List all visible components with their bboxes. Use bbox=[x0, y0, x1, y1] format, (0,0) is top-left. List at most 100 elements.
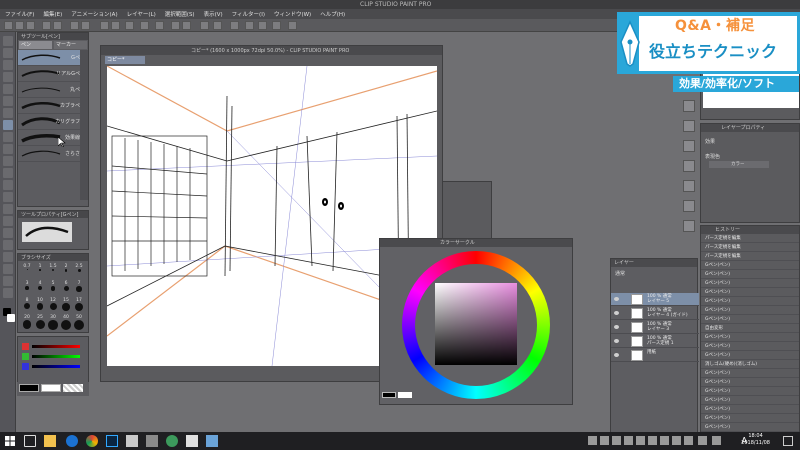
layer-row[interactable]: 100 % 通常 パース定規 1 bbox=[611, 335, 699, 348]
brush-item[interactable]: Gペン bbox=[18, 50, 88, 66]
blend-mode[interactable]: 通常 bbox=[615, 270, 625, 277]
redo-icon[interactable] bbox=[53, 21, 62, 30]
menu-layer[interactable]: レイヤー(L) bbox=[127, 10, 156, 18]
history-item[interactable]: Gペン(ペン) bbox=[701, 369, 799, 378]
brush-size-option[interactable]: 3 bbox=[21, 281, 33, 294]
brush-size-option[interactable]: 12 bbox=[47, 298, 59, 311]
lock-icon[interactable] bbox=[258, 21, 267, 30]
save-icon[interactable] bbox=[26, 21, 35, 30]
saturation-value-square[interactable] bbox=[435, 283, 517, 365]
layer-row[interactable]: 100 % 通常 レイヤー 3 bbox=[611, 321, 699, 334]
history-item[interactable]: 自由変形 bbox=[701, 324, 799, 333]
menu-animation[interactable]: アニメーション(A) bbox=[71, 10, 117, 18]
clipstudio-icon[interactable] bbox=[288, 21, 297, 30]
history-item[interactable]: Gペン(ペン) bbox=[701, 261, 799, 270]
search-icon[interactable] bbox=[683, 180, 695, 192]
eye-icon[interactable] bbox=[614, 353, 619, 357]
brush-size-option[interactable]: 7 bbox=[73, 281, 85, 294]
history-item[interactable]: 消しゴム(硬め)(消しゴム) bbox=[701, 360, 799, 369]
display-color-select[interactable]: カラー bbox=[709, 161, 769, 168]
pencil-tool-icon[interactable] bbox=[3, 132, 13, 142]
view-icon[interactable] bbox=[200, 21, 209, 30]
brush-size-option[interactable]: 4 bbox=[34, 281, 46, 294]
tab-marker[interactable]: マーカー bbox=[54, 41, 87, 49]
menu-selection[interactable]: 選択範囲(S) bbox=[165, 10, 195, 18]
brush-item[interactable]: カリグラフィ bbox=[18, 114, 88, 130]
history-item[interactable]: パース定規を編集 bbox=[701, 234, 799, 243]
history-item[interactable]: Gペン(ペン) bbox=[701, 306, 799, 315]
brush-size-option[interactable]: 8 bbox=[21, 298, 33, 311]
fill-icon[interactable] bbox=[171, 21, 180, 30]
history-item[interactable]: Gペン(ペン) bbox=[701, 414, 799, 423]
menu-view[interactable]: 表示(V) bbox=[204, 10, 223, 18]
figure-icon[interactable] bbox=[3, 228, 13, 238]
tray-icon[interactable] bbox=[624, 436, 633, 445]
selection-tool-icon[interactable] bbox=[3, 84, 13, 94]
app-icon[interactable] bbox=[126, 435, 138, 447]
photos-icon[interactable] bbox=[206, 435, 218, 447]
history-item[interactable]: Gペン(ペン) bbox=[701, 279, 799, 288]
tray-icon[interactable] bbox=[684, 436, 693, 445]
frame-icon[interactable] bbox=[3, 240, 13, 250]
eyedropper-icon[interactable] bbox=[3, 108, 13, 118]
lasso-icon[interactable] bbox=[3, 96, 13, 106]
history-item[interactable]: Gペン(ペン) bbox=[701, 315, 799, 324]
green-slider[interactable] bbox=[32, 355, 80, 358]
crop-icon[interactable] bbox=[111, 21, 120, 30]
tab-pen[interactable]: ペン bbox=[19, 41, 52, 49]
menu-file[interactable]: ファイル(F) bbox=[5, 10, 34, 18]
undo-icon[interactable] bbox=[42, 21, 51, 30]
brush-size-option[interactable]: 30 bbox=[47, 315, 59, 330]
ruler-tool-icon[interactable] bbox=[3, 252, 13, 262]
brush-item[interactable]: 効果線用 bbox=[18, 130, 88, 146]
tray-icon[interactable] bbox=[612, 436, 621, 445]
sub-color-chip[interactable] bbox=[41, 384, 61, 392]
operation-tool-icon[interactable] bbox=[3, 60, 13, 70]
menu-filter[interactable]: フィルター(I) bbox=[232, 10, 265, 18]
brush-size-option[interactable]: 40 bbox=[60, 315, 72, 330]
history-item[interactable]: Gペン(ペン) bbox=[701, 351, 799, 360]
settings-icon[interactable] bbox=[272, 21, 281, 30]
blend-tool-icon[interactable] bbox=[3, 192, 13, 202]
line-fix-icon[interactable] bbox=[3, 288, 13, 298]
brush-size-option[interactable]: 10 bbox=[34, 298, 46, 311]
brush-item[interactable]: 丸ペン bbox=[18, 82, 88, 98]
history-item[interactable]: Gペン(ペン) bbox=[701, 342, 799, 351]
layer-move-icon[interactable] bbox=[3, 72, 13, 82]
wheel-main-chip[interactable] bbox=[382, 392, 396, 398]
clock[interactable]: 18:04 2018/11/08 bbox=[741, 433, 770, 447]
menu-window[interactable]: ウィンドウ(W) bbox=[274, 10, 311, 18]
brush-size-option[interactable]: 20 bbox=[21, 315, 33, 329]
grid-icon[interactable] bbox=[155, 21, 164, 30]
layer-row[interactable]: 用紙 bbox=[611, 349, 699, 362]
brush-size-option[interactable]: 15 bbox=[60, 298, 72, 311]
eye-icon[interactable] bbox=[614, 325, 619, 329]
snap-icon[interactable] bbox=[125, 21, 134, 30]
brush-size-option[interactable]: 5 bbox=[47, 281, 59, 294]
history-item[interactable]: パース定規を編集 bbox=[701, 252, 799, 261]
eraser-icon[interactable] bbox=[3, 180, 13, 190]
brush-size-option[interactable]: 17 bbox=[73, 298, 85, 311]
brush-size-option[interactable]: 1 bbox=[34, 264, 46, 277]
tray-icon[interactable] bbox=[648, 436, 657, 445]
tray-icon[interactable] bbox=[698, 436, 707, 445]
history-item[interactable]: Gペン(ペン) bbox=[701, 396, 799, 405]
eye-icon[interactable] bbox=[614, 297, 619, 301]
app-icon[interactable] bbox=[166, 435, 178, 447]
tray-icon[interactable] bbox=[636, 436, 645, 445]
fill-tool-icon[interactable] bbox=[3, 204, 13, 214]
layer-row[interactable]: 100 % 通常 レイヤー 4 (ガイド) bbox=[611, 307, 699, 320]
brush-size-option[interactable]: 2.5 bbox=[73, 264, 85, 277]
history-item[interactable]: Gペン(ペン) bbox=[701, 378, 799, 387]
transparent-chip[interactable] bbox=[63, 384, 83, 392]
layer-icon[interactable] bbox=[230, 21, 239, 30]
app-icon[interactable] bbox=[186, 435, 198, 447]
wheel-sub-chip[interactable] bbox=[398, 392, 412, 398]
gradient-icon[interactable] bbox=[3, 216, 13, 226]
history-item[interactable]: Gペン(ペン) bbox=[701, 423, 799, 432]
tray-icon[interactable] bbox=[712, 436, 721, 445]
ruler-icon[interactable] bbox=[140, 21, 149, 30]
clear-icon[interactable] bbox=[70, 21, 79, 30]
new-icon[interactable] bbox=[4, 21, 13, 30]
photoshop-icon[interactable] bbox=[106, 435, 118, 447]
